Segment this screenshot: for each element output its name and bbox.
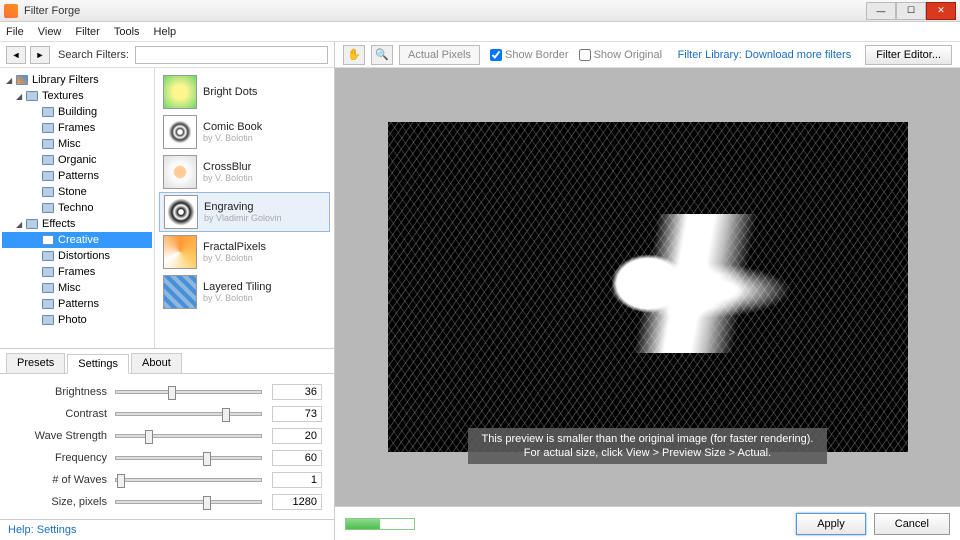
preview-area[interactable]: This preview is smaller than the origina… — [335, 68, 960, 506]
settings-tabs: Presets Settings About — [0, 349, 334, 374]
cancel-button[interactable]: Cancel — [874, 513, 950, 535]
menu-tools[interactable]: Tools — [114, 26, 140, 38]
progress-bar — [345, 518, 415, 530]
search-row: ◄ ► Search Filters: — [0, 42, 334, 68]
thumb-icon — [163, 75, 197, 109]
setting-label: Brightness — [12, 386, 107, 398]
tree-patterns[interactable]: Patterns — [2, 168, 152, 184]
app-icon — [4, 4, 18, 18]
tree-distortions[interactable]: Distortions — [2, 248, 152, 264]
close-button[interactable]: ✕ — [926, 2, 956, 20]
tree-misc[interactable]: Misc — [2, 136, 152, 152]
setting-value[interactable]: 1280 — [272, 494, 322, 510]
setting-value[interactable]: 1 — [272, 472, 322, 488]
zoom-icon: 🔍 — [375, 48, 389, 61]
filter-comicbook[interactable]: Comic Bookby V. Bolotin — [159, 112, 330, 152]
maximize-button[interactable]: ☐ — [896, 2, 926, 20]
menu-file[interactable]: File — [6, 26, 24, 38]
setting-row: Wave Strength 20 — [12, 426, 322, 446]
zoom-tool-button[interactable]: 🔍 — [371, 45, 393, 65]
setting-row: Brightness 36 — [12, 382, 322, 402]
tree-creative[interactable]: Creative — [2, 232, 152, 248]
filter-library-link[interactable]: Filter Library: Download more filters — [678, 49, 852, 61]
thumb-icon — [163, 155, 197, 189]
preview-image — [388, 122, 908, 452]
setting-label: Frequency — [12, 452, 107, 464]
filter-layeredtiling[interactable]: Layered Tilingby V. Bolotin — [159, 272, 330, 312]
search-label: Search Filters: — [58, 49, 129, 61]
actual-pixels-button[interactable]: Actual Pixels — [399, 45, 480, 65]
tree-root[interactable]: ◢Library Filters — [2, 72, 152, 88]
nav-fwd-button[interactable]: ► — [30, 46, 50, 64]
thumb-icon — [163, 235, 197, 269]
tree-frames[interactable]: Frames — [2, 120, 152, 136]
filter-crossblur[interactable]: CrossBlurby V. Bolotin — [159, 152, 330, 192]
menu-filter[interactable]: Filter — [75, 26, 99, 38]
tab-presets[interactable]: Presets — [6, 353, 65, 373]
tree-stone[interactable]: Stone — [2, 184, 152, 200]
tree-textures[interactable]: ◢Textures — [2, 88, 152, 104]
tree-effects[interactable]: ◢Effects — [2, 216, 152, 232]
setting-label: # of Waves — [12, 474, 107, 486]
hand-icon: ✋ — [347, 48, 361, 61]
show-border-checkbox[interactable]: Show Border — [490, 49, 569, 61]
filter-fractalpixels[interactable]: FractalPixelsby V. Bolotin — [159, 232, 330, 272]
tab-settings[interactable]: Settings — [67, 354, 129, 374]
search-input[interactable] — [135, 46, 328, 64]
nav-back-button[interactable]: ◄ — [6, 46, 26, 64]
setting-label: Size, pixels — [12, 496, 107, 508]
setting-slider[interactable] — [115, 478, 262, 482]
library-tree[interactable]: ◢Library Filters ◢Textures Building Fram… — [0, 68, 155, 348]
title-bar: Filter Forge — ☐ ✕ — [0, 0, 960, 22]
setting-row: Contrast 73 — [12, 404, 322, 424]
tree-organic[interactable]: Organic — [2, 152, 152, 168]
setting-slider[interactable] — [115, 412, 262, 416]
filter-engraving[interactable]: Engravingby Vladimir Golovin — [159, 192, 330, 232]
setting-slider[interactable] — [115, 456, 262, 460]
minimize-button[interactable]: — — [866, 2, 896, 20]
thumb-icon — [164, 195, 198, 229]
menu-help[interactable]: Help — [154, 26, 177, 38]
thumb-icon — [163, 115, 197, 149]
filter-list[interactable]: Bright Dots Comic Bookby V. Bolotin Cros… — [155, 68, 334, 348]
menu-bar: File View Filter Tools Help — [0, 22, 960, 42]
tree-misc2[interactable]: Misc — [2, 280, 152, 296]
tree-patterns2[interactable]: Patterns — [2, 296, 152, 312]
preview-toolbar: ✋ 🔍 Actual Pixels Show Border Show Origi… — [335, 42, 960, 68]
tree-building[interactable]: Building — [2, 104, 152, 120]
filter-brightdots[interactable]: Bright Dots — [159, 72, 330, 112]
setting-row: # of Waves 1 — [12, 470, 322, 490]
setting-row: Frequency 60 — [12, 448, 322, 468]
setting-slider[interactable] — [115, 390, 262, 394]
window-title: Filter Forge — [24, 5, 866, 17]
setting-value[interactable]: 20 — [272, 428, 322, 444]
setting-value[interactable]: 73 — [272, 406, 322, 422]
thumb-icon — [163, 275, 197, 309]
menu-view[interactable]: View — [38, 26, 62, 38]
setting-slider[interactable] — [115, 500, 262, 504]
filter-editor-button[interactable]: Filter Editor... — [865, 45, 952, 65]
hand-tool-button[interactable]: ✋ — [343, 45, 365, 65]
bottom-bar: Apply Cancel — [335, 506, 960, 540]
setting-label: Wave Strength — [12, 430, 107, 442]
tab-about[interactable]: About — [131, 353, 182, 373]
setting-row: Size, pixels 1280 — [12, 492, 322, 512]
show-original-checkbox[interactable]: Show Original — [579, 49, 662, 61]
setting-label: Contrast — [12, 408, 107, 420]
tree-photo[interactable]: Photo — [2, 312, 152, 328]
preview-note: This preview is smaller than the origina… — [468, 428, 828, 464]
apply-button[interactable]: Apply — [796, 513, 866, 535]
settings-panel: Brightness 36 Contrast 73 Wave Strength 20 Fre… — [0, 374, 334, 519]
setting-slider[interactable] — [115, 434, 262, 438]
tree-techno[interactable]: Techno — [2, 200, 152, 216]
tree-frames2[interactable]: Frames — [2, 264, 152, 280]
help-link[interactable]: Help: Settings — [0, 519, 334, 540]
setting-value[interactable]: 36 — [272, 384, 322, 400]
setting-value[interactable]: 60 — [272, 450, 322, 466]
